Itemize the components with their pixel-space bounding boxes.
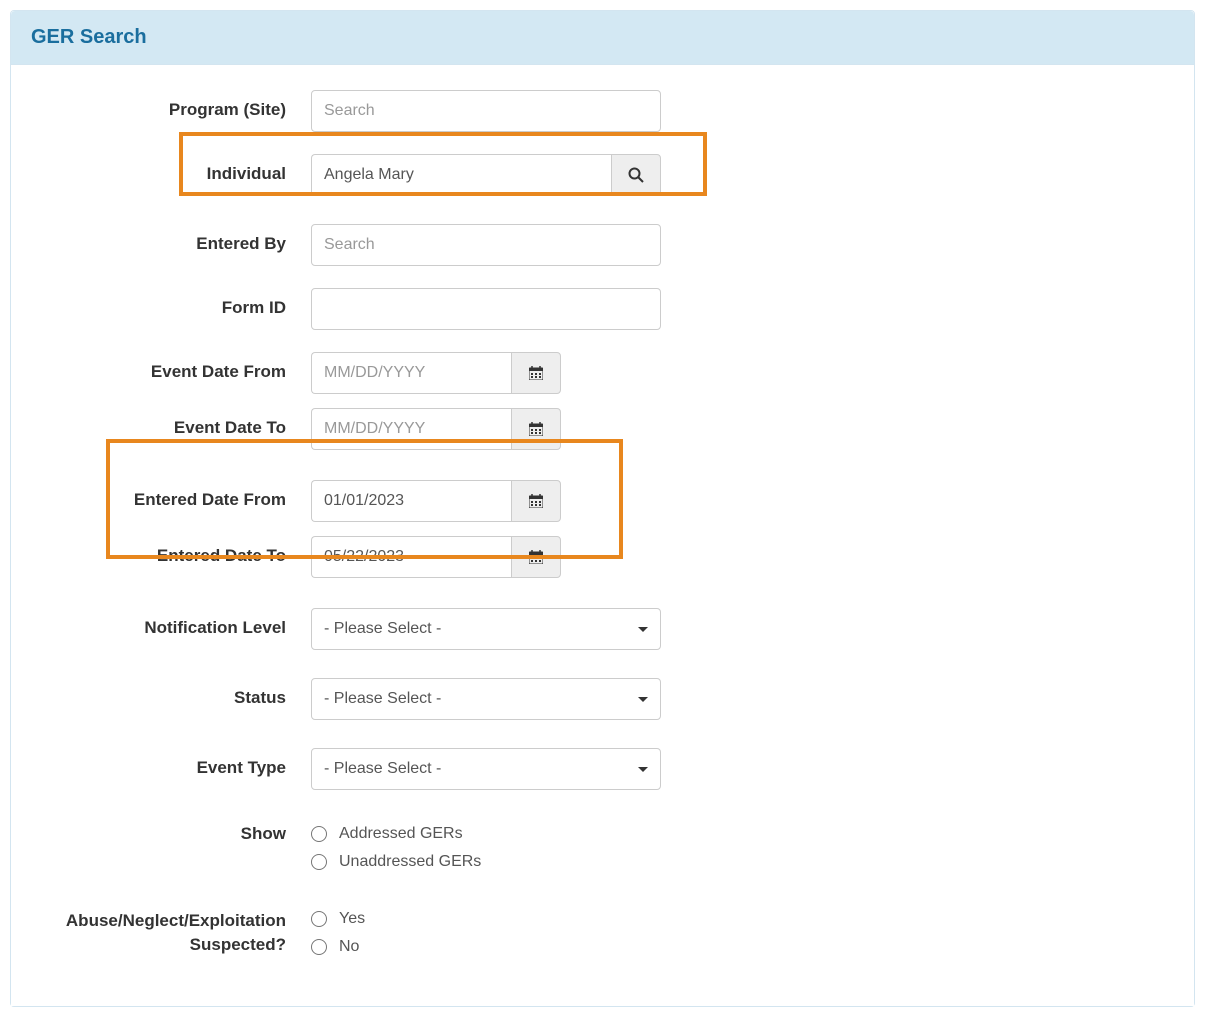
calendar-icon	[529, 422, 543, 436]
radio-no-input[interactable]	[311, 939, 327, 955]
row-entered-date-to: Entered Date To	[31, 536, 1174, 578]
status-dropdown[interactable]: - Please Select -	[311, 678, 661, 720]
panel-heading: GER Search	[11, 11, 1194, 65]
entered-date-to-input[interactable]	[311, 536, 511, 578]
label-form-id: Form ID	[31, 288, 311, 318]
label-event-type: Event Type	[31, 748, 311, 778]
label-event-date-from: Event Date From	[31, 352, 311, 382]
row-program-site: Program (Site)	[31, 90, 1174, 132]
radio-no-label: No	[339, 938, 359, 956]
radio-abuse-yes[interactable]: Yes	[311, 910, 365, 928]
calendar-icon	[529, 494, 543, 508]
row-individual: Individual	[31, 154, 1174, 196]
event-type-dropdown[interactable]: - Please Select -	[311, 748, 661, 790]
entered-by-input[interactable]	[311, 224, 661, 266]
caret-down-icon	[638, 627, 648, 632]
status-value: - Please Select -	[324, 690, 441, 708]
individual-input[interactable]	[311, 154, 611, 196]
label-program-site: Program (Site)	[31, 90, 311, 120]
ger-search-panel: GER Search Program (Site) Individual Ent…	[10, 10, 1195, 1007]
event-date-from-calendar-button[interactable]	[511, 352, 561, 394]
panel-title: GER Search	[31, 26, 1174, 49]
row-event-date-to: Event Date To	[31, 408, 1174, 450]
program-site-input[interactable]	[311, 90, 661, 132]
entered-date-from-calendar-button[interactable]	[511, 480, 561, 522]
label-notification-level: Notification Level	[31, 608, 311, 638]
radio-addressed-label: Addressed GERs	[339, 825, 463, 843]
radio-unaddressed-gers[interactable]: Unaddressed GERs	[311, 853, 481, 871]
event-date-to-input[interactable]	[311, 408, 511, 450]
radio-yes-input[interactable]	[311, 911, 327, 927]
caret-down-icon	[638, 697, 648, 702]
row-status: Status - Please Select -	[31, 678, 1174, 720]
calendar-icon	[529, 550, 543, 564]
search-icon	[628, 167, 644, 183]
label-show: Show	[31, 820, 311, 844]
row-entered-by: Entered By	[31, 224, 1174, 266]
individual-search-button[interactable]	[611, 154, 661, 196]
radio-unaddressed-label: Unaddressed GERs	[339, 853, 481, 871]
row-entered-date-from: Entered Date From	[31, 480, 1174, 522]
calendar-icon	[529, 366, 543, 380]
row-event-date-from: Event Date From	[31, 352, 1174, 394]
event-date-to-calendar-button[interactable]	[511, 408, 561, 450]
notification-level-dropdown[interactable]: - Please Select -	[311, 608, 661, 650]
radio-addressed-input[interactable]	[311, 826, 327, 842]
label-abuse-suspected: Abuse/Neglect/Exploitation Suspected?	[31, 905, 311, 957]
label-entered-date-from: Entered Date From	[31, 480, 311, 510]
form-id-input[interactable]	[311, 288, 661, 330]
radio-abuse-no[interactable]: No	[311, 938, 365, 956]
label-individual: Individual	[31, 154, 311, 184]
radio-addressed-gers[interactable]: Addressed GERs	[311, 825, 481, 843]
row-form-id: Form ID	[31, 288, 1174, 330]
radio-yes-label: Yes	[339, 910, 365, 928]
label-status: Status	[31, 678, 311, 708]
row-show: Show Addressed GERs Unaddressed GERs	[31, 820, 1174, 881]
label-event-date-to: Event Date To	[31, 408, 311, 438]
entered-date-to-calendar-button[interactable]	[511, 536, 561, 578]
notification-level-value: - Please Select -	[324, 620, 441, 638]
entered-date-from-input[interactable]	[311, 480, 511, 522]
row-abuse-suspected: Abuse/Neglect/Exploitation Suspected? Ye…	[31, 905, 1174, 966]
label-entered-by: Entered By	[31, 224, 311, 254]
event-date-from-input[interactable]	[311, 352, 511, 394]
row-notification-level: Notification Level - Please Select -	[31, 608, 1174, 650]
label-entered-date-to: Entered Date To	[31, 536, 311, 566]
radio-unaddressed-input[interactable]	[311, 854, 327, 870]
caret-down-icon	[638, 767, 648, 772]
panel-body: Program (Site) Individual Entered By	[11, 65, 1194, 1006]
row-event-type: Event Type - Please Select -	[31, 748, 1174, 790]
event-type-value: - Please Select -	[324, 760, 441, 778]
